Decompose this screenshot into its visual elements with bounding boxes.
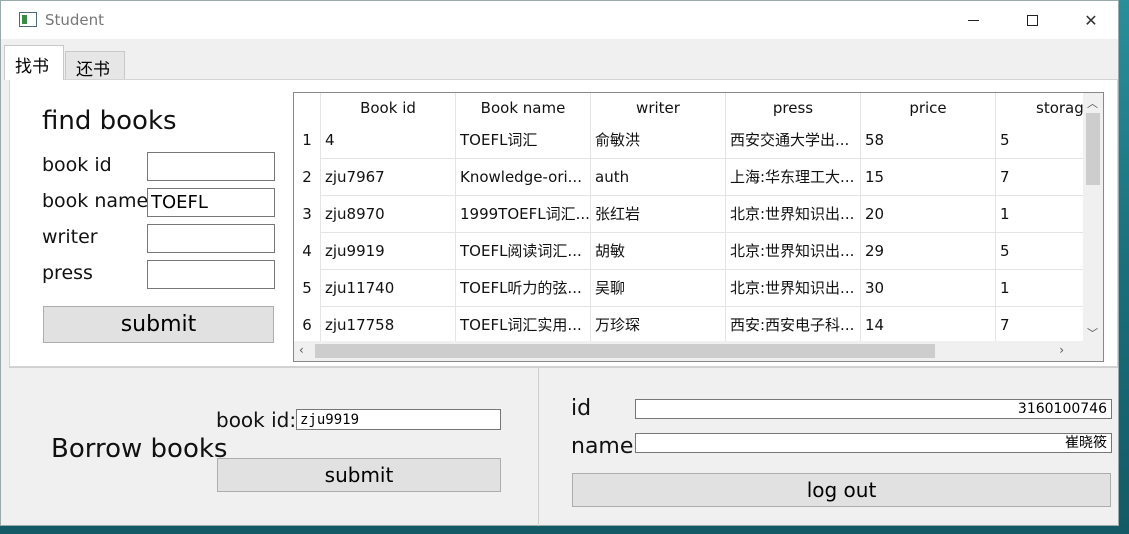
close-button[interactable]: ✕ <box>1062 1 1120 39</box>
user-id-field: 3160100746 <box>635 399 1112 419</box>
vertical-scroll-thumb[interactable] <box>1086 113 1100 185</box>
cell-press[interactable]: 西安:西安电子科... <box>726 307 861 344</box>
scroll-left-icon[interactable]: ‹ <box>299 343 304 357</box>
cell-book-name[interactable]: Knowledge-ori... <box>456 159 591 196</box>
logout-button[interactable]: log out <box>572 473 1111 507</box>
borrow-book-id-label: book id: <box>216 408 297 432</box>
books-table: Book id Book name writer press price sto… <box>293 92 1104 362</box>
cell-price[interactable]: 30 <box>861 270 996 307</box>
cell-storage[interactable]: 1 <box>996 270 1084 307</box>
find-submit-button[interactable]: submit <box>43 306 274 343</box>
maximize-icon <box>1026 14 1038 26</box>
cell-book-id[interactable]: zju11740 <box>321 270 456 307</box>
cell-storage[interactable]: 7 <box>996 159 1084 196</box>
cell-book-id[interactable]: 4 <box>321 122 456 159</box>
vertical-scrollbar[interactable]: ︿ ﹀ <box>1083 93 1103 343</box>
scroll-right-icon[interactable]: › <box>1059 343 1064 357</box>
writer-input[interactable] <box>147 224 275 253</box>
cell-book-id[interactable]: zju8970 <box>321 196 456 233</box>
press-input[interactable] <box>147 260 275 289</box>
minimize-icon <box>967 19 979 21</box>
book-id-input[interactable] <box>147 152 275 181</box>
cell-storage[interactable]: 1 <box>996 196 1084 233</box>
cell-press[interactable]: 西安交通大学出... <box>726 122 861 159</box>
cell-writer[interactable]: 吴聊 <box>591 270 726 307</box>
student-window: Student ✕ 找书 还书 find books book id book … <box>0 0 1119 526</box>
scroll-up-icon[interactable]: ︿ <box>1087 95 1098 111</box>
row-number: 1 <box>294 122 321 159</box>
cell-storage[interactable]: 5 <box>996 233 1084 270</box>
cell-book-name[interactable]: TOEFL词汇 <box>456 122 591 159</box>
cell-press[interactable]: 北京:世界知识出... <box>726 270 861 307</box>
cell-storage[interactable]: 5 <box>996 122 1084 159</box>
tab-find-book[interactable]: 找书 <box>4 45 64 80</box>
title-bar: Student ✕ <box>1 1 1118 39</box>
borrow-submit-button[interactable]: submit <box>217 458 501 492</box>
user-id-label: id <box>571 396 592 421</box>
cell-writer[interactable]: auth <box>591 159 726 196</box>
tab-return-book[interactable]: 还书 <box>65 51 125 80</box>
table-row[interactable]: 4 zju9919 TOEFL阅读词汇... 胡敏 北京:世界知识出... 29… <box>294 233 1103 270</box>
press-label: press <box>42 262 93 284</box>
horizontal-scroll-thumb[interactable] <box>315 344 935 358</box>
book-name-label: book name <box>42 190 149 212</box>
cell-writer[interactable]: 张红岩 <box>591 196 726 233</box>
writer-label: writer <box>42 226 98 248</box>
user-name-field: 崔晓筱 <box>635 433 1112 453</box>
cell-price[interactable]: 20 <box>861 196 996 233</box>
cell-press[interactable]: 北京:世界知识出... <box>726 196 861 233</box>
user-info-panel: id 3160100746 name 崔晓筱 log out <box>540 368 1118 526</box>
table-row[interactable]: 5 zju11740 TOEFL听力的弦... 吴聊 北京:世界知识出... 3… <box>294 270 1103 307</box>
row-number: 3 <box>294 196 321 233</box>
borrow-books-panel: book id: Borrow books submit <box>9 368 539 526</box>
borrow-books-title: Borrow books <box>51 434 228 464</box>
cell-book-name[interactable]: 1999TOEFL词汇... <box>456 196 591 233</box>
cell-book-id[interactable]: zju7967 <box>321 159 456 196</box>
maximize-button[interactable] <box>1003 1 1061 39</box>
cell-book-name[interactable]: TOEFL阅读词汇... <box>456 233 591 270</box>
table-row[interactable]: 3 zju8970 1999TOEFL词汇... 张红岩 北京:世界知识出...… <box>294 196 1103 233</box>
cell-writer[interactable]: 胡敏 <box>591 233 726 270</box>
app-window-icon <box>19 12 37 27</box>
scrollbar-corner <box>1083 341 1103 361</box>
cell-book-name[interactable]: TOEFL听力的弦... <box>456 270 591 307</box>
cell-writer[interactable]: 万珍琛 <box>591 307 726 344</box>
cell-price[interactable]: 58 <box>861 122 996 159</box>
table-row[interactable]: 2 zju7967 Knowledge-ori... auth 上海:华东理工大… <box>294 159 1103 196</box>
table-row[interactable]: 6 zju17758 TOEFL词汇实用... 万珍琛 西安:西安电子科... … <box>294 307 1103 344</box>
table-row[interactable]: 1 4 TOEFL词汇 俞敏洪 西安交通大学出... 58 5 <box>294 122 1103 159</box>
borrow-book-id-input[interactable] <box>296 409 501 430</box>
cell-press[interactable]: 上海:华东理工大... <box>726 159 861 196</box>
cell-writer[interactable]: 俞敏洪 <box>591 122 726 159</box>
find-books-title: find books <box>42 106 177 136</box>
horizontal-scrollbar[interactable]: ‹ › <box>294 341 1084 361</box>
cell-book-name[interactable]: TOEFL词汇实用... <box>456 307 591 344</box>
cell-press[interactable]: 北京:世界知识出... <box>726 233 861 270</box>
scroll-down-icon[interactable]: ﹀ <box>1087 325 1098 341</box>
cell-book-id[interactable]: zju17758 <box>321 307 456 344</box>
row-number: 5 <box>294 270 321 307</box>
find-books-panel: find books book id book name writer pres… <box>9 79 1118 367</box>
cell-price[interactable]: 29 <box>861 233 996 270</box>
window-title: Student <box>45 11 105 29</box>
user-name-label: name <box>571 434 634 459</box>
row-number: 4 <box>294 233 321 270</box>
close-icon: ✕ <box>1084 10 1098 30</box>
book-id-label: book id <box>42 154 112 176</box>
cell-storage[interactable]: 7 <box>996 307 1084 344</box>
minimize-button[interactable] <box>944 1 1002 39</box>
row-number: 6 <box>294 307 321 344</box>
book-name-input[interactable] <box>147 188 275 217</box>
cell-price[interactable]: 15 <box>861 159 996 196</box>
cell-book-id[interactable]: zju9919 <box>321 233 456 270</box>
row-number: 2 <box>294 159 321 196</box>
cell-price[interactable]: 14 <box>861 307 996 344</box>
